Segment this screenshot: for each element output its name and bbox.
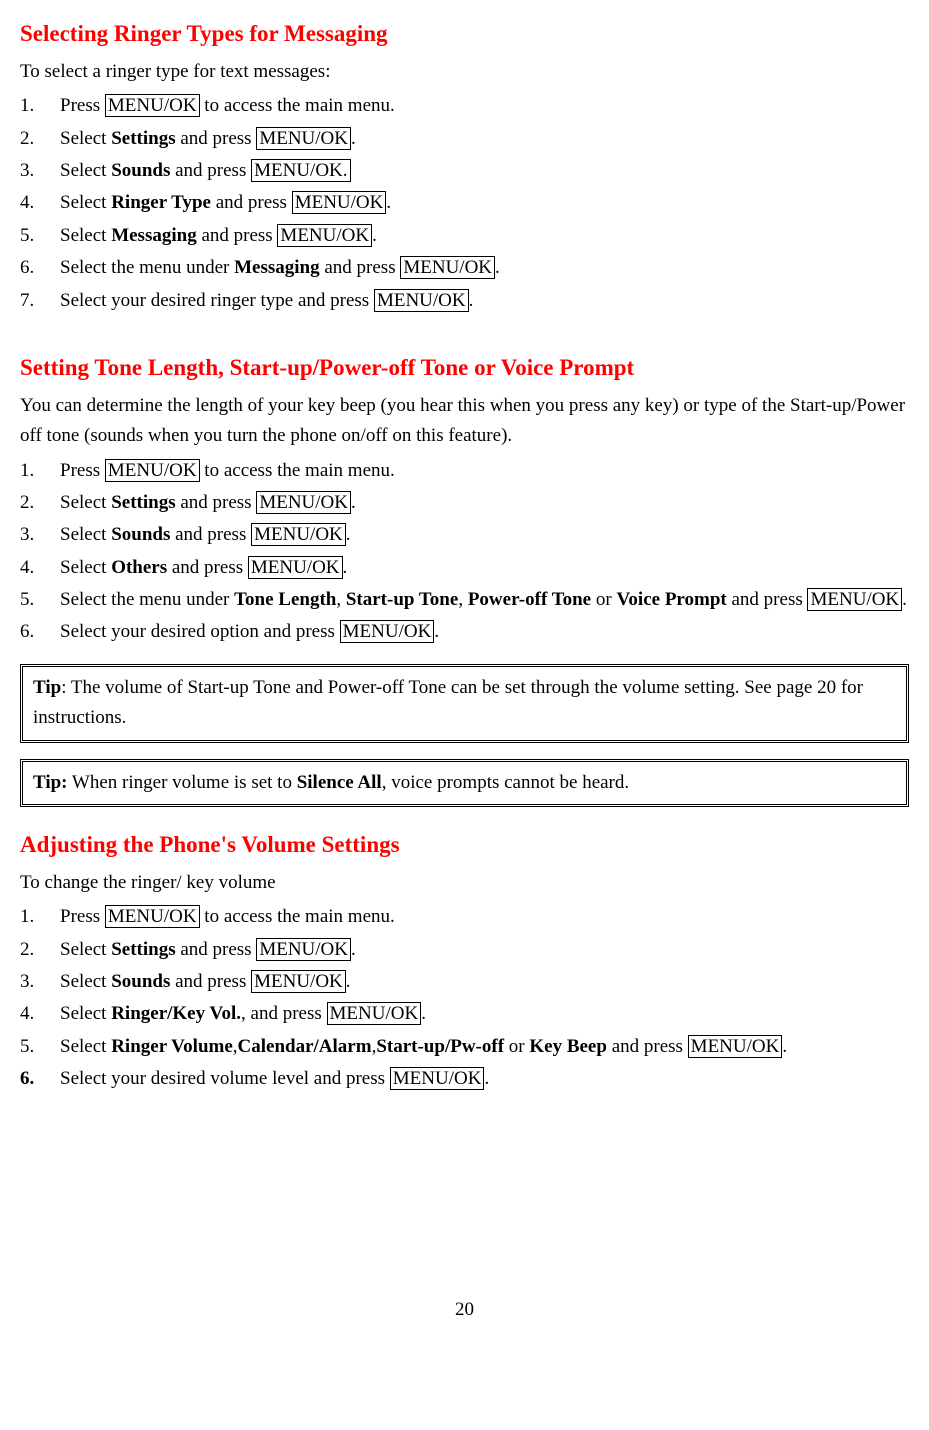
list-item: Select the menu under Tone Length, Start… — [20, 585, 909, 615]
list-item: Press MENU/OK to access the main menu. — [20, 91, 909, 121]
intro-1: To select a ringer type for text message… — [20, 57, 909, 87]
menu-ok-button: MENU/OK — [105, 459, 200, 482]
tip-label: Tip — [33, 677, 61, 698]
list-item: Select Settings and press MENU/OK. — [20, 935, 909, 965]
menu-ok-button: MENU/OK — [105, 905, 200, 928]
list-item: Select Sounds and press MENU/OK. — [20, 520, 909, 550]
menu-ok-button: MENU/OK — [256, 491, 351, 514]
list-item: Select Ringer Type and press MENU/OK. — [20, 188, 909, 218]
heading-3: Adjusting the Phone's Volume Settings — [20, 827, 909, 864]
list-item: Select Ringer Volume,Calendar/Alarm,Star… — [20, 1032, 909, 1062]
list-item: Select Sounds and press MENU/OK. — [20, 156, 909, 186]
menu-ok-button: MENU/OK — [256, 938, 351, 961]
list-item: Press MENU/OK to access the main menu. — [20, 902, 909, 932]
tip-box-2: Tip: When ringer volume is set to Silenc… — [20, 759, 909, 807]
section-ringer-messaging: Selecting Ringer Types for Messaging To … — [20, 16, 909, 316]
menu-ok-button: MENU/OK. — [251, 159, 350, 182]
page-number: 20 — [20, 1295, 909, 1325]
section-tone-length: Setting Tone Length, Start-up/Power-off … — [20, 350, 909, 648]
list-item: Select your desired option and press MEN… — [20, 617, 909, 647]
menu-ok-button: MENU/OK — [390, 1067, 485, 1090]
intro-3: To change the ringer/ key volume — [20, 868, 909, 898]
list-item: Select Ringer/Key Vol., and press MENU/O… — [20, 999, 909, 1029]
menu-ok-button: MENU/OK — [277, 224, 372, 247]
list-item: Select Messaging and press MENU/OK. — [20, 221, 909, 251]
list-item: Select Settings and press MENU/OK. — [20, 124, 909, 154]
list-3: Press MENU/OK to access the main menu. S… — [20, 902, 909, 1094]
menu-ok-button: MENU/OK — [292, 191, 387, 214]
menu-ok-button: MENU/OK — [256, 127, 351, 150]
list-1: Press MENU/OK to access the main menu. S… — [20, 91, 909, 316]
section-volume: Adjusting the Phone's Volume Settings To… — [20, 827, 909, 1095]
menu-ok-button: MENU/OK — [251, 523, 346, 546]
menu-ok-button: MENU/OK — [688, 1035, 783, 1058]
list-item: Select Settings and press MENU/OK. — [20, 488, 909, 518]
list-item: Select Sounds and press MENU/OK. — [20, 967, 909, 997]
menu-ok-button: MENU/OK — [374, 289, 469, 312]
list-item: Select the menu under Messaging and pres… — [20, 253, 909, 283]
heading-2: Setting Tone Length, Start-up/Power-off … — [20, 350, 909, 387]
list-item: Select your desired volume level and pre… — [20, 1064, 909, 1094]
menu-ok-button: MENU/OK — [807, 588, 902, 611]
menu-ok-button: MENU/OK — [105, 94, 200, 117]
menu-ok-button: MENU/OK — [327, 1002, 422, 1025]
menu-ok-button: MENU/OK — [251, 970, 346, 993]
intro-2: You can determine the length of your key… — [20, 391, 909, 452]
tip-box-1: Tip: The volume of Start-up Tone and Pow… — [20, 664, 909, 743]
menu-ok-button: MENU/OK — [248, 556, 343, 579]
tip-label: Tip: — [33, 772, 68, 793]
list-2: Press MENU/OK to access the main menu. S… — [20, 456, 909, 648]
heading-1: Selecting Ringer Types for Messaging — [20, 16, 909, 53]
menu-ok-button: MENU/OK — [400, 256, 495, 279]
menu-ok-button: MENU/OK — [340, 620, 435, 643]
list-item: Press MENU/OK to access the main menu. — [20, 456, 909, 486]
list-item: Select your desired ringer type and pres… — [20, 286, 909, 316]
list-item: Select Others and press MENU/OK. — [20, 553, 909, 583]
